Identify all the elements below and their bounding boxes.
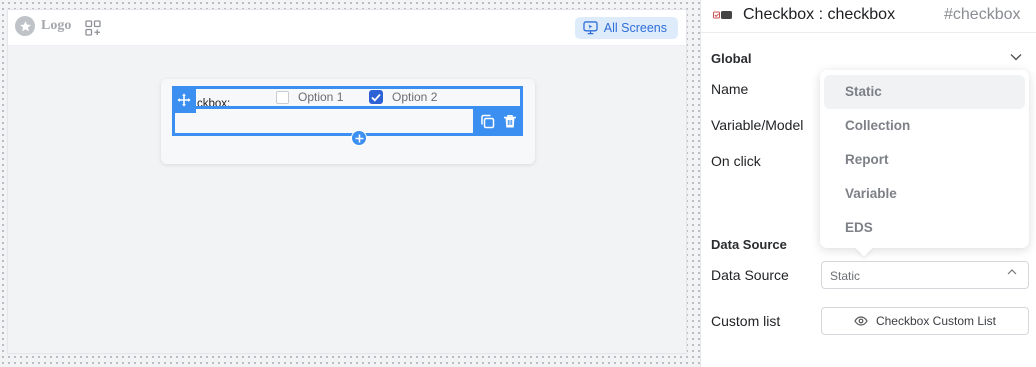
on-click-label: On click <box>711 153 761 169</box>
all-screens-button[interactable]: All Screens <box>574 17 678 39</box>
section-global[interactable]: Global <box>711 51 751 66</box>
checkbox-option-1[interactable]: Option 1 <box>276 90 343 104</box>
add-below-button[interactable] <box>351 130 367 146</box>
checkbox-widget[interactable]: ckbox: Option 1 Option 2 <box>172 86 523 146</box>
widget-actions <box>473 106 523 136</box>
checkbox-checked[interactable] <box>369 90 383 104</box>
custom-list-label: Custom list <box>711 313 781 329</box>
checkbox-custom-list-button[interactable]: Checkbox Custom List <box>821 307 1029 335</box>
dropdown-option-report[interactable]: Report <box>824 143 1025 177</box>
copy-icon[interactable] <box>480 114 495 129</box>
data-source-label: Data Source <box>711 267 789 283</box>
custom-list-button-label: Checkbox Custom List <box>875 314 997 328</box>
option-label: Option 1 <box>298 90 344 104</box>
move-handle[interactable] <box>172 86 196 113</box>
eye-icon <box>854 316 868 326</box>
widget-container[interactable]: ckbox: Option 1 Option 2 <box>161 79 535 164</box>
option-label: Option 2 <box>392 90 438 104</box>
data-source-select[interactable]: Static <box>821 261 1029 289</box>
dropdown-option-variable[interactable]: Variable <box>824 177 1025 211</box>
add-widget-icon[interactable] <box>85 20 101 36</box>
section-data-source: Data Source <box>711 237 787 252</box>
panel-header: Checkbox : checkbox #checkbox <box>701 0 1036 33</box>
logo-text: Logo <box>41 18 72 33</box>
check-icon <box>371 93 381 102</box>
monitor-icon <box>583 21 598 35</box>
chevron-up-icon <box>1007 269 1017 275</box>
all-screens-label: All Screens <box>603 21 667 35</box>
data-source-value: Static <box>830 269 861 283</box>
chevron-down-icon[interactable] <box>1010 53 1022 61</box>
plus-icon <box>355 134 363 142</box>
name-label: Name <box>711 81 749 97</box>
star-icon <box>15 16 35 36</box>
dropdown-option-eds[interactable]: EDS <box>824 211 1025 245</box>
trash-icon[interactable] <box>503 114 517 129</box>
app-topbar: Logo All Screens <box>8 10 686 46</box>
checkbox-type-icon <box>713 11 732 19</box>
canvas: Logo All Screens ckbox: Option 1 Option … <box>0 0 700 367</box>
properties-panel: Checkbox : checkbox #checkbox Global Nam… <box>700 0 1036 367</box>
variable-model-label: Variable/Model <box>711 117 804 133</box>
widget-id: #checkbox <box>944 6 1021 23</box>
dropdown-option-collection[interactable]: Collection <box>824 109 1025 143</box>
panel-title: Checkbox : checkbox <box>743 6 896 23</box>
move-icon <box>177 93 191 106</box>
checkbox-option-2[interactable]: Option 2 <box>369 90 437 104</box>
checkbox-unchecked[interactable] <box>276 90 289 104</box>
data-source-dropdown: Static Collection Report Variable EDS <box>820 70 1029 248</box>
selection-divider <box>175 106 520 109</box>
screen-preview: Logo All Screens ckbox: Option 1 Option … <box>7 9 687 354</box>
dropdown-option-static[interactable]: Static <box>824 75 1025 109</box>
